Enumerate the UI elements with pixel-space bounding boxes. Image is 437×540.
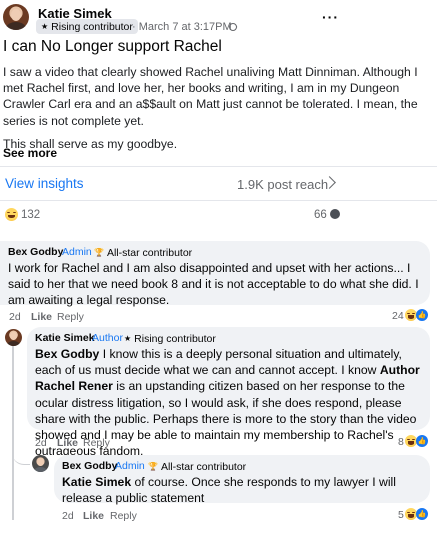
haha-reaction-icon[interactable] <box>5 208 18 221</box>
like-reaction-icon: 👍 <box>416 508 428 520</box>
trophy-icon: 🏆 <box>94 247 104 257</box>
comment-icon <box>330 209 340 219</box>
post-reach[interactable]: 1.9K post reach <box>237 177 328 192</box>
like-button[interactable]: Like <box>57 437 78 449</box>
like-reaction-icon: 👍 <box>416 435 428 447</box>
see-more-link[interactable]: See more <box>3 146 57 160</box>
post-body: I saw a video that clearly showed Rachel… <box>3 64 433 159</box>
reply-button[interactable]: Reply <box>57 311 84 323</box>
globe-icon <box>229 23 237 31</box>
comment-author-role: Admin <box>62 246 92 258</box>
trophy-icon: 🏆 <box>148 461 158 471</box>
comment-author-role: Author <box>92 332 123 344</box>
comment-author-name[interactable]: Bex Godby <box>62 460 117 472</box>
thread-curve <box>12 448 30 465</box>
reply-button[interactable]: Reply <box>83 437 110 449</box>
star-badge-icon: ★ <box>124 333 132 343</box>
post-paragraph: This shall serve as my goodbye. <box>3 136 178 151</box>
comment-time[interactable]: 2d <box>9 311 21 323</box>
comment-time[interactable]: 2d <box>35 437 47 449</box>
badge-label: Rising contributor <box>51 20 133 33</box>
like-reaction-icon: 👍 <box>416 309 428 321</box>
comment-author-badge: 🏆 All-star contributor <box>94 245 192 260</box>
comment-reaction-count[interactable]: 24 <box>392 310 404 322</box>
like-button[interactable]: Like <box>31 311 52 323</box>
post-paragraph: I saw a video that clearly showed Rachel… <box>3 65 418 128</box>
badge-label: Rising contributor <box>134 332 216 345</box>
divider <box>0 166 437 167</box>
comment-author-badge: ★ Rising contributor <box>124 331 216 346</box>
post-timestamp[interactable]: · March 7 at 3:17PM · <box>132 21 238 33</box>
star-badge-icon: ★ <box>41 21 49 31</box>
thread-line <box>12 342 14 520</box>
comment-text: Katie Simek of course. Once she responds… <box>62 474 422 506</box>
comment-reaction-count[interactable]: 5 <box>398 509 404 521</box>
comment-author-name[interactable]: Katie Simek <box>35 332 95 344</box>
mention[interactable]: Katie Simek <box>62 475 131 489</box>
reply-button[interactable]: Reply <box>110 510 137 522</box>
like-button[interactable]: Like <box>83 510 104 522</box>
comment-reaction-count[interactable]: 8 <box>398 436 404 448</box>
post-author-badge[interactable]: ★ Rising contributor <box>36 19 138 34</box>
badge-label: All-star contributor <box>160 460 247 473</box>
comment-author-name[interactable]: Bex Godby <box>8 246 63 258</box>
mention[interactable]: Bex Godby <box>35 347 99 361</box>
comment-author-badge: 🏆 All-star contributor <box>148 459 246 474</box>
reaction-count[interactable]: 132 <box>21 209 40 221</box>
comment-author-avatar[interactable] <box>32 455 49 472</box>
divider <box>0 200 437 201</box>
comment-time[interactable]: 2d <box>62 510 74 522</box>
post-author-avatar[interactable] <box>3 4 29 30</box>
comment-count[interactable]: 66 <box>314 209 327 221</box>
post-title: I can No Longer support Rachel <box>3 38 222 55</box>
badge-label: All-star contributor <box>106 246 193 259</box>
comment-author-avatar[interactable] <box>5 329 22 346</box>
comment-author-role: Admin <box>115 460 145 472</box>
view-insights-link[interactable]: View insights <box>5 176 84 191</box>
comment-text: I work for Rachel and I am also disappoi… <box>8 261 419 308</box>
more-options-icon[interactable]: ··· <box>322 9 339 25</box>
